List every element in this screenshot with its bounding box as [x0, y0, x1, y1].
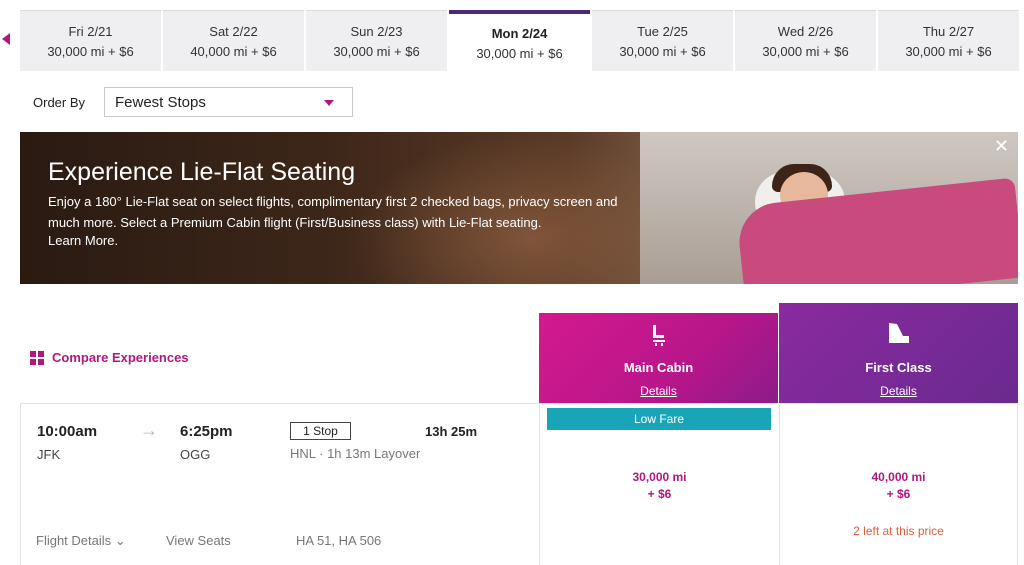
main-cabin-fare-cell[interactable]: Low Fare 30,000 mi + $6	[539, 404, 779, 565]
flight-result-card: 10:00am JFK → 6:25pm OGG 1 Stop HNL · 1h…	[20, 403, 1018, 565]
first-class-fare-tax: + $6	[886, 487, 911, 501]
departure-airport: JFK	[37, 447, 61, 462]
date-tab-price: 30,000 mi + $6	[619, 43, 706, 59]
chevron-down-icon: ⌄	[114, 533, 126, 548]
departure-time: 10:00am	[37, 423, 98, 440]
main-cabin-fare-tax: + $6	[647, 487, 672, 501]
lie-flat-seat-icon	[888, 323, 909, 343]
layover-info: HNL · 1h 13m Layover	[290, 446, 421, 461]
date-tab[interactable]: Thu 2/27 30,000 mi + $6	[878, 10, 1019, 71]
arrow-right-icon: →	[140, 420, 158, 440]
flight-info: 10:00am JFK → 6:25pm OGG 1 Stop HNL · 1h…	[20, 404, 539, 565]
chevron-down-icon	[324, 100, 334, 106]
date-tab-selected[interactable]: Mon 2/24 30,000 mi + $6	[449, 10, 590, 72]
date-tab-price: 30,000 mi + $6	[47, 43, 134, 59]
order-by-value: Fewest Stops	[115, 93, 206, 111]
learn-more-link[interactable]: Learn More.	[48, 233, 118, 248]
main-cabin-name: Main Cabin	[623, 360, 694, 375]
main-cabin-fare-miles: 30,000 mi	[632, 470, 687, 484]
close-icon[interactable]: ✕	[994, 136, 1009, 157]
lie-flat-promo-banner: Experience Lie-Flat Seating Enjoy a 180°…	[20, 132, 1018, 284]
first-class-details-link[interactable]: Details	[779, 384, 1018, 398]
main-cabin-details-link[interactable]: Details	[539, 384, 778, 398]
flight-numbers: HA 51, HA 506	[296, 533, 382, 548]
previous-dates-arrow-icon[interactable]	[2, 33, 10, 45]
date-tab[interactable]: Tue 2/25 30,000 mi + $6	[592, 10, 733, 71]
date-tab-price: 40,000 mi + $6	[190, 43, 277, 59]
banner-title: Experience Lie-Flat Seating	[48, 158, 356, 186]
main-cabin-header: Main Cabin Details	[539, 313, 778, 403]
stops-badge[interactable]: 1 Stop	[290, 422, 351, 440]
date-tab-price: 30,000 mi + $6	[905, 43, 992, 59]
compare-experiences-label: Compare Experiences	[52, 350, 189, 365]
date-tab-day: Thu 2/27	[922, 23, 975, 39]
order-by-label: Order By	[33, 95, 86, 110]
date-tab-price: 30,000 mi + $6	[333, 43, 420, 59]
date-tab[interactable]: Fri 2/21 30,000 mi + $6	[20, 10, 161, 71]
flight-details-toggle[interactable]: Flight Details ⌄	[36, 533, 126, 549]
date-tab[interactable]: Wed 2/26 30,000 mi + $6	[735, 10, 876, 71]
date-tab[interactable]: Sun 2/23 30,000 mi + $6	[306, 10, 447, 71]
view-seats-link[interactable]: View Seats	[166, 533, 231, 548]
flight-details-label: Flight Details	[36, 533, 112, 548]
flight-duration: 13h 25m	[425, 424, 478, 439]
seats-left-notice: 2 left at this price	[853, 524, 944, 538]
arrival-time: 6:25pm	[180, 423, 233, 440]
date-tab-day: Sun 2/23	[350, 23, 403, 39]
first-class-name: First Class	[865, 360, 932, 375]
date-tab-price: 30,000 mi + $6	[762, 43, 849, 59]
first-class-fare-cell[interactable]: 40,000 mi + $6 2 left at this price	[779, 404, 1018, 565]
date-tab-day: Mon 2/24	[491, 25, 548, 41]
seat-icon	[652, 325, 665, 346]
date-tab-day: Sat 2/22	[209, 23, 258, 39]
arrival-airport: OGG	[180, 447, 211, 462]
date-strip: Fri 2/21 30,000 mi + $6 Sat 2/22 40,000 …	[20, 10, 1019, 72]
first-class-fare-miles: 40,000 mi	[871, 470, 926, 484]
first-class-header: First Class Details	[779, 303, 1018, 403]
compare-experiences-link[interactable]: Compare Experiences	[30, 350, 189, 365]
banner-body: Enjoy a 180° Lie-Flat seat on select fli…	[48, 194, 618, 230]
low-fare-badge: Low Fare	[547, 408, 771, 430]
date-tab-day: Fri 2/21	[68, 23, 113, 39]
order-by-select[interactable]: Fewest Stops	[104, 87, 353, 117]
date-tab-day: Wed 2/26	[777, 23, 834, 39]
grid-icon	[30, 350, 44, 365]
date-tab-price: 30,000 mi + $6	[476, 45, 563, 61]
date-tab-day: Tue 2/25	[637, 23, 688, 39]
date-tab[interactable]: Sat 2/22 40,000 mi + $6	[163, 10, 304, 71]
